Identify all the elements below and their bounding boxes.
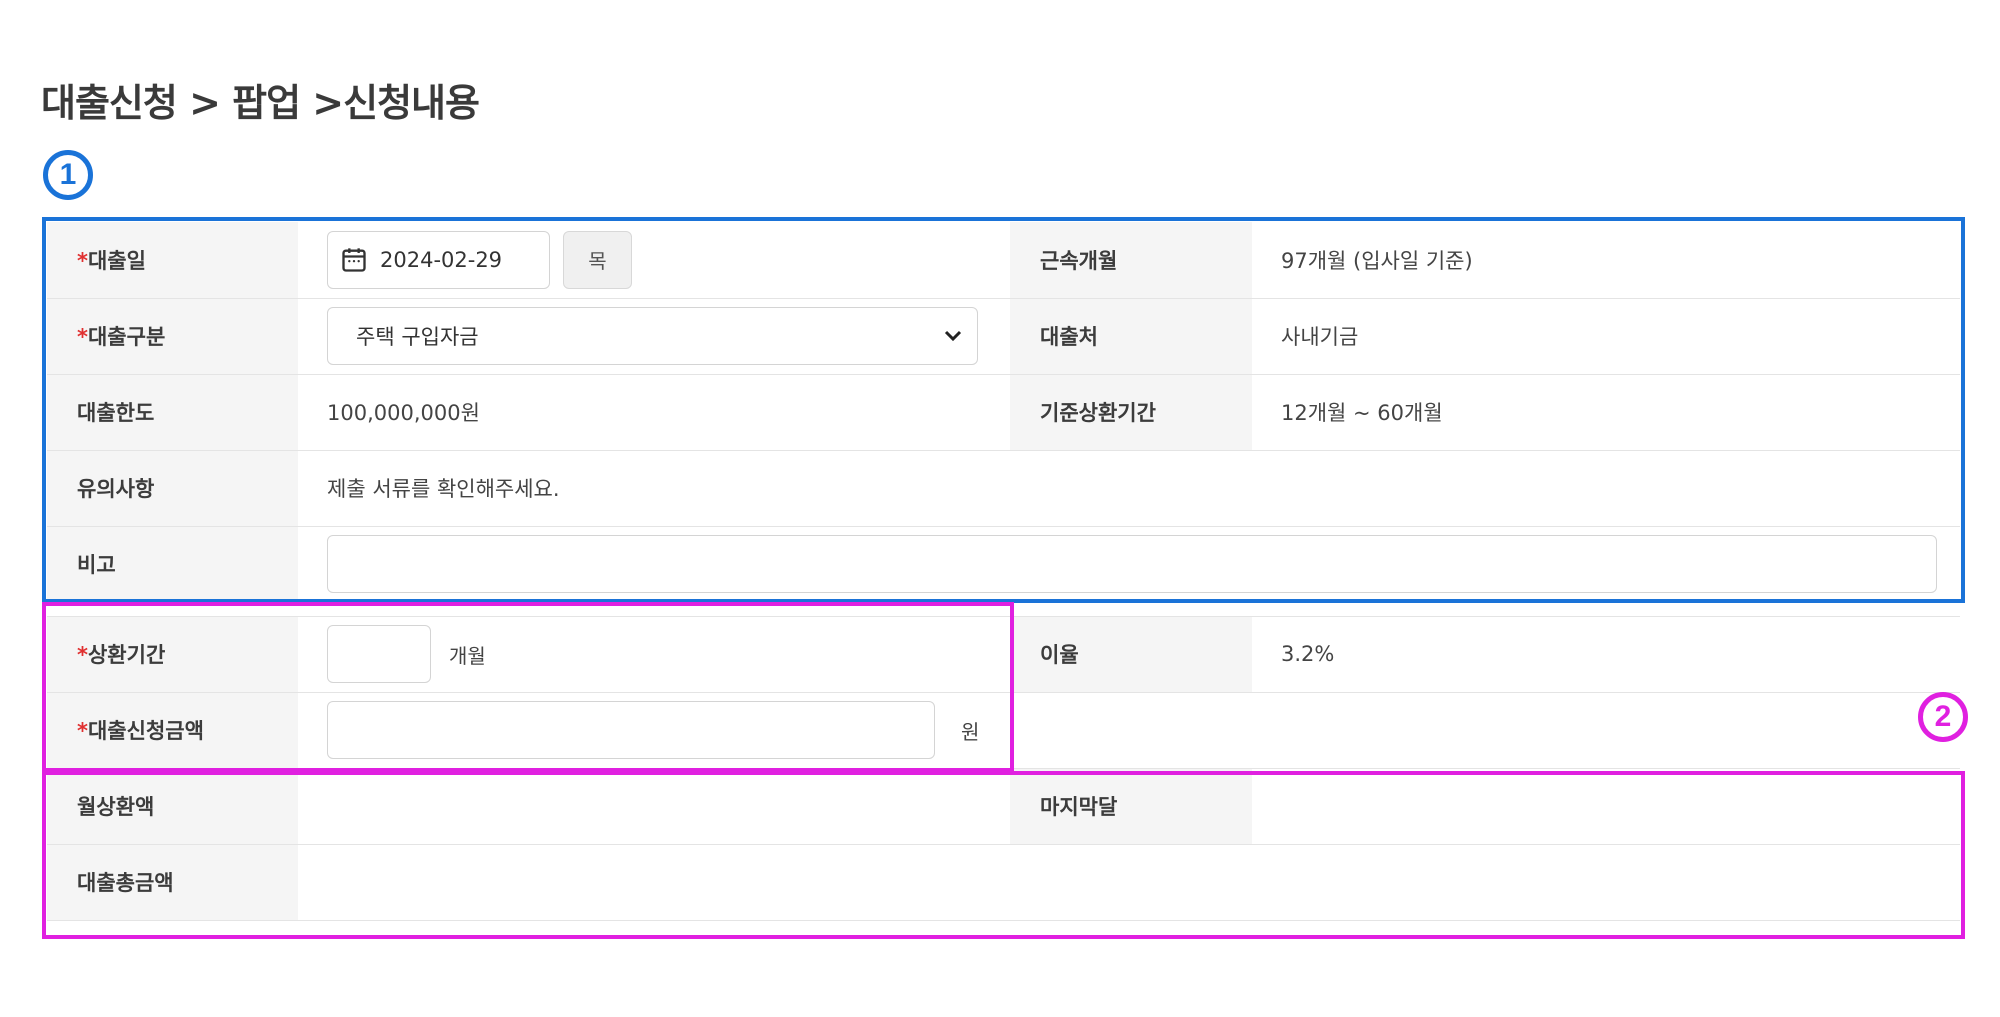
form-row-spacer <box>47 602 1960 617</box>
loan-type-cell: 주택 구입자금 <box>298 298 1010 375</box>
form-row-loan-date: *대출일 2024-02-29 목 근속개월 97개월 (입사일 기준) <box>47 222 1960 299</box>
tenure-label: 근속개월 <box>1010 222 1252 299</box>
loan-type-label: *대출구분 <box>47 298 298 375</box>
annotation-marker-2: 2 <box>1918 692 1968 742</box>
form-row-loan-type: *대출구분 주택 구입자금 대출처 사내기금 <box>47 298 1960 375</box>
repay-period-unit: 개월 <box>449 643 486 668</box>
chevron-down-icon[interactable] <box>943 329 963 343</box>
form-row-remark: 비고 <box>47 526 1960 603</box>
interest-rate-value: 3.2% <box>1252 616 1960 693</box>
form-row-repay-period: *상환기간 개월 이율 3.2% <box>47 616 1960 693</box>
annotation-marker-1-label: 1 <box>59 158 77 191</box>
loan-type-selected: 주택 구입자금 <box>356 325 479 349</box>
request-amount-input[interactable] <box>327 701 935 759</box>
lender-value: 사내기금 <box>1252 298 1960 375</box>
monthly-payment-value <box>298 768 1010 845</box>
spacer-cell <box>47 602 1960 617</box>
required-mark: * <box>77 248 88 273</box>
repay-period-input[interactable] <box>327 625 431 683</box>
total-amount-value <box>298 844 1960 921</box>
request-amount-unit: 원 <box>961 719 980 744</box>
interest-rate-label: 이율 <box>1010 616 1252 693</box>
lender-label: 대출처 <box>1010 298 1252 375</box>
tenure-value: 97개월 (입사일 기준) <box>1252 222 1960 299</box>
loan-application-page: 대출신청 > 팝업 >신청내용 1 *대출일 2024-02-29 목 근속개월… <box>0 0 2000 1017</box>
form-row-request-amount: *대출신청금액 원 <box>47 692 1960 769</box>
page-title: 대출신청 > 팝업 >신청내용 <box>41 81 480 125</box>
empty-cell <box>1010 692 1960 769</box>
loan-date-label: *대출일 <box>47 222 298 299</box>
remark-cell <box>298 526 1960 603</box>
repay-period-label: *상환기간 <box>47 616 298 693</box>
form-row-loan-limit: 대출한도 100,000,000원 기준상환기간 12개월 ~ 60개월 <box>47 374 1960 451</box>
remark-input[interactable] <box>327 535 1937 593</box>
last-month-value <box>1252 768 1960 845</box>
remark-label: 비고 <box>47 526 298 603</box>
last-month-label: 마지막달 <box>1010 768 1252 845</box>
repay-period-label-text: 상환기간 <box>87 643 166 667</box>
required-mark: * <box>77 325 88 349</box>
repay-period-cell: 개월 <box>298 616 1010 693</box>
standard-repay-period-label: 기준상환기간 <box>1010 374 1252 451</box>
form-row-total-amount: 대출총금액 <box>47 844 1960 921</box>
request-amount-label: *대출신청금액 <box>47 692 298 769</box>
annotation-marker-2-label: 2 <box>1934 700 1952 733</box>
form-row-notice: 유의사항 제출 서류를 확인해주세요. <box>47 450 1960 527</box>
loan-form-table: *대출일 2024-02-29 목 근속개월 97개월 (입사일 기준) *대출… <box>47 222 1960 921</box>
monthly-payment-label: 월상환액 <box>47 768 298 845</box>
loan-limit-value: 100,000,000원 <box>298 374 1010 451</box>
calendar-icon[interactable] <box>340 246 368 274</box>
loan-limit-label: 대출한도 <box>47 374 298 451</box>
total-amount-label: 대출총금액 <box>47 844 298 921</box>
required-mark: * <box>77 643 88 667</box>
loan-date-cell: 2024-02-29 목 <box>298 222 1010 299</box>
loan-type-label-text: 대출구분 <box>87 325 166 349</box>
form-row-monthly-payment: 월상환액 마지막달 <box>47 768 1960 845</box>
loan-date-input[interactable]: 2024-02-29 <box>327 230 550 289</box>
annotation-marker-1: 1 <box>43 150 93 200</box>
standard-repay-period-value: 12개월 ~ 60개월 <box>1252 374 1960 451</box>
notice-value: 제출 서류를 확인해주세요. <box>298 450 1960 527</box>
request-amount-cell: 원 <box>298 692 1010 769</box>
weekday-badge: 목 <box>563 230 632 289</box>
loan-type-select[interactable]: 주택 구입자금 <box>327 307 978 365</box>
loan-date-value: 2024-02-29 <box>380 247 503 272</box>
required-mark: * <box>77 719 88 743</box>
loan-date-label-text: 대출일 <box>87 248 146 273</box>
request-amount-label-text: 대출신청금액 <box>87 719 204 743</box>
notice-label: 유의사항 <box>47 450 298 527</box>
